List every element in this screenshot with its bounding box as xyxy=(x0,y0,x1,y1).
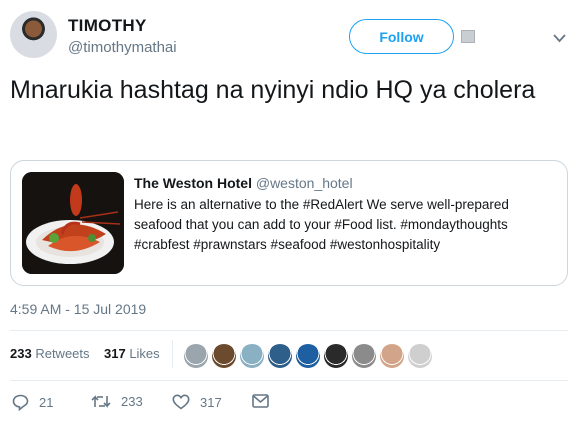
reply-count: 21 xyxy=(39,395,54,410)
follow-helper-icon xyxy=(461,30,475,43)
reply-action[interactable]: 21 xyxy=(12,394,53,411)
retweet-icon xyxy=(91,394,111,409)
retweet-count: 233 xyxy=(121,394,143,409)
engagement-stats: 233 Retweets 317 Likes xyxy=(10,346,160,361)
reply-icon xyxy=(12,394,29,411)
retweets-label[interactable]: Retweets xyxy=(35,346,89,361)
likes-label[interactable]: Likes xyxy=(129,346,159,361)
liker-avatars xyxy=(183,343,433,369)
author-handle[interactable]: @timothymathai xyxy=(68,39,177,56)
heart-icon xyxy=(172,394,190,410)
liker-avatar[interactable] xyxy=(267,343,293,369)
author-name[interactable]: TIMOTHY xyxy=(68,16,147,36)
likes-count[interactable]: 317 xyxy=(104,346,126,361)
liker-avatar[interactable] xyxy=(407,343,433,369)
quoted-author-name[interactable]: The Weston Hotel xyxy=(134,175,252,191)
liker-avatar[interactable] xyxy=(323,343,349,369)
tweet-timestamp[interactable]: 4:59 AM - 15 Jul 2019 xyxy=(10,301,146,317)
quoted-tweet-text: Here is an alternative to the #RedAlert … xyxy=(134,197,509,252)
message-icon xyxy=(252,394,269,408)
retweet-action[interactable]: 233 xyxy=(91,394,143,409)
quoted-author-handle[interactable]: @weston_hotel xyxy=(256,175,353,191)
divider-bottom xyxy=(10,380,568,381)
liker-avatar[interactable] xyxy=(211,343,237,369)
tweet-text: Mnarukia hashtag na nyinyi ndio HQ ya ch… xyxy=(10,76,536,104)
retweets-count[interactable]: 233 xyxy=(10,346,32,361)
stats-separator xyxy=(172,340,173,368)
liker-avatar[interactable] xyxy=(183,343,209,369)
follow-button[interactable]: Follow xyxy=(349,19,454,54)
liker-avatar[interactable] xyxy=(351,343,377,369)
divider-top xyxy=(10,330,568,331)
like-action[interactable]: 317 xyxy=(172,394,222,410)
quoted-tweet-image[interactable] xyxy=(22,172,124,274)
quoted-author[interactable]: The Weston Hotel @weston_hotel xyxy=(134,175,353,191)
liker-avatar[interactable] xyxy=(239,343,265,369)
liker-avatar[interactable] xyxy=(295,343,321,369)
author-avatar[interactable] xyxy=(10,11,57,58)
liker-avatar[interactable] xyxy=(379,343,405,369)
message-action[interactable] xyxy=(252,394,269,408)
chevron-down-icon[interactable] xyxy=(553,30,566,46)
like-count: 317 xyxy=(200,394,222,410)
